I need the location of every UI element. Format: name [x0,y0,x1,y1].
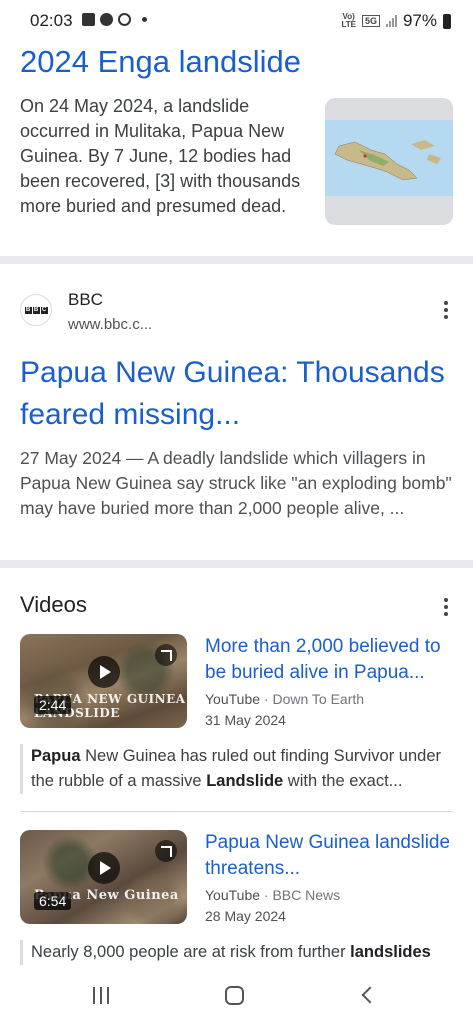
video-duration: 2:44 [34,696,72,714]
expand-icon[interactable] [155,840,177,862]
section-divider [0,256,473,264]
video-channel: Down To Earth [272,691,365,707]
video-snippet: Nearly 8,000 people are at risk from fur… [20,940,456,965]
system-navigation-bar [0,968,473,1024]
back-icon[interactable] [361,986,379,1004]
videos-more-options-icon[interactable] [443,598,449,616]
status-time: 02:03 [30,11,73,30]
knowledge-description: On 24 May 2024, a landslide occurred in … [20,96,301,216]
logo-letter: B [32,306,40,314]
status-bar: 02:03 Vo) LTE 5G 97% [0,0,473,40]
video-platform: YouTube [205,887,261,903]
result-title-link[interactable]: Papua New Guinea: Thousands feared missi… [20,352,460,436]
video-title-link[interactable]: More than 2,000 believed to be buried al… [205,634,460,686]
section-divider [0,560,473,568]
map-thumbnail[interactable] [325,98,453,225]
snippet-text: with the exact... [283,772,403,790]
video-thumbnail[interactable]: Papua New Guinea 6:54 [20,830,187,924]
videos-heading: Videos [20,592,87,617]
volte-bottom-label: LTE [341,20,356,29]
result-source-url[interactable]: www.bbc.c... [68,316,152,333]
result-source-name[interactable]: BBC [68,290,103,310]
home-icon[interactable] [225,986,244,1005]
facebook-icon [100,13,113,26]
battery-icon [443,13,451,29]
snippet-text: Nearly 8,000 people are at risk from fur… [31,943,351,961]
map-image [325,120,453,196]
video-date: 31 May 2024 [205,712,286,728]
videos-section: Videos PAPUA NEW GUINEA LANDSLIDE 2:44 M… [0,568,473,968]
more-notifications-dot-icon [142,17,147,22]
video-date: 28 May 2024 [205,908,286,924]
bbc-logo-icon: B B C [20,294,52,326]
logo-letter: C [40,306,48,314]
result-more-options-icon[interactable] [443,301,449,319]
snippet-bold: Landslide [206,772,284,790]
logo-letter: B [24,306,32,314]
video-title-link[interactable]: Papua New Guinea landslide threatens... [205,830,460,882]
expand-icon[interactable] [155,644,177,666]
network-type-icon: 5G [361,15,380,27]
knowledge-panel: 2024 Enga landslide On 24 May 2024, a la… [0,40,473,256]
signal-icon [385,15,397,27]
snippet-bold: Papua [31,747,81,765]
notification-icons [82,13,147,26]
snippet-bold: landslides [350,943,431,961]
play-icon[interactable] [88,656,120,688]
video-separator-line [20,811,453,812]
gallery-icon [82,13,95,26]
play-icon[interactable] [88,852,120,884]
video-thumbnail[interactable]: PAPUA NEW GUINEA LANDSLIDE 2:44 [20,634,187,728]
video-meta: YouTube · BBC News [205,887,340,903]
video-snippet: Papua New Guinea has ruled out finding S… [20,744,456,794]
status-right: Vo) LTE 5G 97% [341,11,451,31]
recent-apps-icon[interactable] [93,987,109,1004]
battery-percentage: 97% [402,11,437,30]
video-platform: YouTube [205,691,261,707]
video-channel: BBC News [272,887,341,903]
video-duration: 6:54 [34,892,72,910]
video-meta: YouTube · Down To Earth [205,691,364,707]
sync-icon [118,13,131,26]
result-snippet: 27 May 2024 — A deadly landslide which v… [20,448,452,518]
knowledge-title[interactable]: 2024 Enga landslide [20,44,301,80]
volte-icon: Vo) LTE [341,13,356,29]
search-result-bbc: B B C BBC www.bbc.c... Papua New Guinea:… [0,264,473,560]
